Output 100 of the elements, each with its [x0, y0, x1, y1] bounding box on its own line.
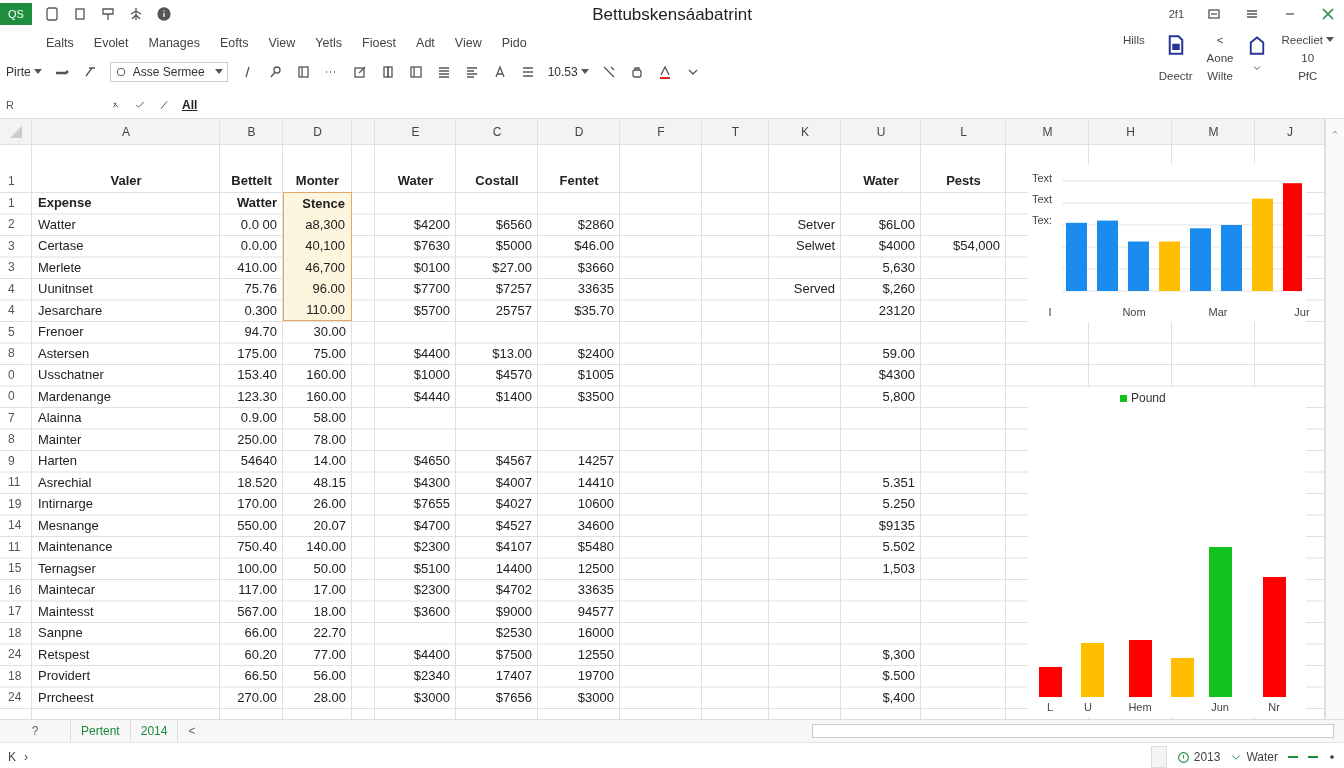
- table-cell: $4650: [413, 453, 450, 469]
- menu-item[interactable]: Evolet: [93, 36, 129, 50]
- menu-item[interactable]: Adt: [416, 36, 435, 50]
- column-header[interactable]: U: [876, 124, 886, 139]
- document-icon[interactable]: [44, 6, 60, 22]
- formula-field[interactable]: All: [182, 98, 252, 112]
- table-cell: Intirnarge: [38, 496, 93, 512]
- edit-icon[interactable]: [351, 64, 368, 80]
- scroll-left-button[interactable]: <: [178, 724, 206, 738]
- table-cell: 5.250: [882, 496, 915, 512]
- table-cell: Setver: [797, 216, 835, 232]
- command-label[interactable]: Wilte: [1207, 70, 1233, 82]
- column-header[interactable]: D: [313, 124, 322, 139]
- table-cell: $2300: [413, 539, 450, 555]
- axis-label: I: [1048, 306, 1052, 318]
- column-header[interactable]: M: [1208, 124, 1219, 139]
- column-header[interactable]: K: [801, 124, 809, 139]
- column-header[interactable]: M: [1042, 124, 1053, 139]
- sheet-tab[interactable]: 2014: [130, 720, 179, 742]
- row-number: 1: [8, 174, 15, 188]
- table-cell: $27.00: [492, 259, 532, 275]
- table-cell: 250.00: [237, 431, 277, 447]
- check-icon[interactable]: [134, 99, 146, 111]
- table-cell: 40,100: [283, 235, 352, 257]
- horizontal-scrollbar[interactable]: [812, 724, 1334, 738]
- column-header[interactable]: H: [1126, 124, 1135, 139]
- table-cell: 94577: [577, 603, 614, 619]
- column-header[interactable]: E: [411, 124, 420, 139]
- table-cell-text: 26.00: [312, 495, 347, 514]
- font-icon[interactable]: [114, 66, 127, 78]
- table-cell: $4702: [495, 582, 532, 598]
- table-cell: $6560: [495, 216, 532, 232]
- app-badge[interactable]: QS: [0, 3, 32, 25]
- info-icon[interactable]: [156, 6, 172, 22]
- border-icon[interactable]: [407, 64, 424, 80]
- table-cell: $4000: [878, 238, 915, 254]
- table-cell: $,260: [882, 281, 915, 297]
- command-label: Aone: [1206, 52, 1234, 64]
- table-cell: $.500: [882, 668, 915, 684]
- copy-icon[interactable]: [295, 64, 312, 80]
- paste-button[interactable]: Pirte: [6, 65, 42, 79]
- command-label[interactable]: Deectr: [1158, 70, 1193, 82]
- window-icon[interactable]: [1206, 6, 1222, 22]
- name-box[interactable]: R: [6, 99, 98, 111]
- column-header[interactable]: A: [122, 124, 130, 139]
- table-cell: Maintesst: [38, 603, 94, 619]
- menu-item[interactable]: Pido: [501, 36, 527, 50]
- bar: [1039, 667, 1062, 697]
- table-cell: $0100: [413, 259, 450, 275]
- table-cell: Mesnange: [38, 517, 99, 533]
- axis-label: Hem: [1128, 701, 1152, 713]
- table-cell: $4300: [413, 474, 450, 490]
- close-icon[interactable]: [1320, 6, 1336, 22]
- status-text[interactable]: K: [8, 750, 16, 764]
- column-header[interactable]: F: [657, 124, 665, 139]
- command-label[interactable]: Hills: [1122, 34, 1145, 46]
- menu-item[interactable]: Manages: [148, 36, 200, 50]
- page-icon[interactable]: [72, 6, 88, 22]
- function-icon[interactable]: [158, 99, 170, 111]
- axis-label: Tex:: [1032, 214, 1053, 226]
- row-number: 16: [8, 582, 22, 597]
- table-cell: $4527: [495, 517, 532, 533]
- command-label: 10: [1301, 52, 1315, 64]
- menu-item[interactable]: View: [268, 36, 296, 50]
- bar: [1081, 643, 1104, 697]
- column-header[interactable]: L: [960, 124, 967, 139]
- font-size-field[interactable]: 10.53: [547, 65, 589, 79]
- menu-item[interactable]: Ealts: [46, 36, 74, 50]
- command-label[interactable]: <: [1216, 34, 1224, 46]
- font-dropdown[interactable]: Asse Sermee: [109, 62, 228, 82]
- column-header[interactable]: J: [1287, 124, 1293, 139]
- table-cell: $4107: [495, 539, 532, 555]
- column-header[interactable]: T: [731, 124, 740, 139]
- table-cell: $7257: [495, 281, 532, 297]
- column-header[interactable]: B: [247, 124, 256, 139]
- table-cell: 0.0.00: [240, 238, 277, 254]
- table-cell: Certase: [38, 238, 84, 254]
- table-cell: 23120: [878, 302, 915, 318]
- table-cell: 567.00: [237, 603, 277, 619]
- status-text[interactable]: ›: [24, 750, 28, 764]
- bar: [1190, 228, 1211, 291]
- row-number: 7: [8, 410, 15, 425]
- menu-item[interactable]: Eofts: [220, 36, 249, 50]
- table-cell: $4300: [878, 367, 915, 383]
- menu-item[interactable]: Yetls: [315, 36, 342, 50]
- column-header[interactable]: D: [574, 124, 584, 139]
- menu-item[interactable]: Fioest: [362, 36, 397, 50]
- bar: [1097, 220, 1118, 291]
- table-cell: Watter: [237, 195, 277, 211]
- table-cell: 110.00: [283, 299, 352, 321]
- legend-swatch: [1120, 394, 1127, 402]
- column-header[interactable]: C: [492, 124, 502, 139]
- menu-item[interactable]: View: [454, 36, 482, 50]
- clock-icon[interactable]: [1176, 750, 1190, 764]
- dropdown-button[interactable]: Reecliet: [1281, 34, 1334, 46]
- table-cell-text: 30.00: [312, 323, 347, 342]
- table-cell: Retspest: [38, 646, 90, 662]
- sheet-tab[interactable]: ?: [0, 720, 71, 742]
- table-cell-text: 14.00: [312, 452, 347, 471]
- sheet-tab[interactable]: Pertent: [71, 720, 131, 742]
